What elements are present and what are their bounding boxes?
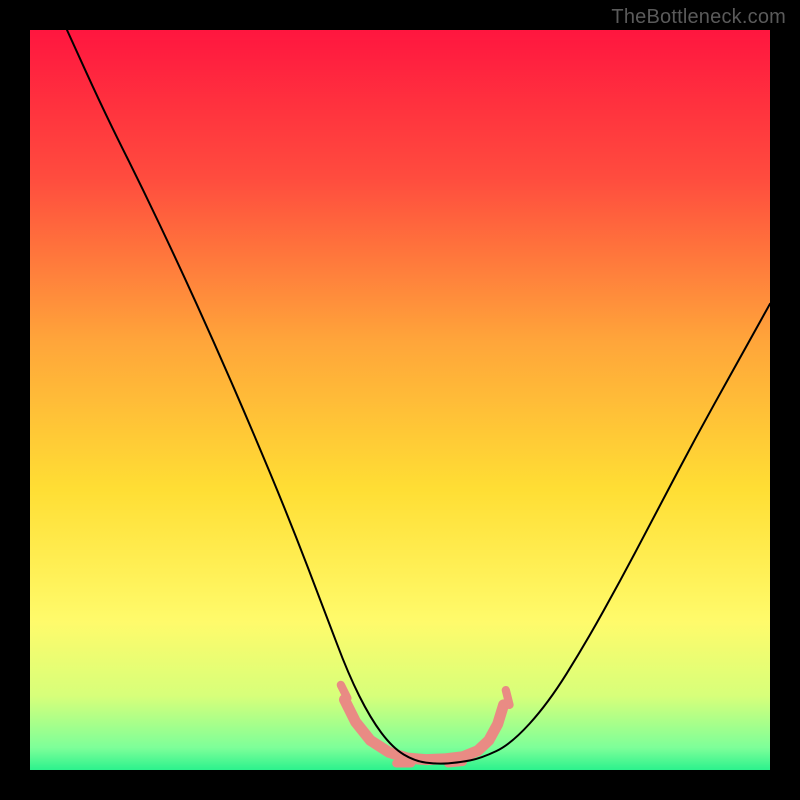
chart-svg — [0, 0, 800, 800]
chart-container: TheBottleneck.com — [0, 0, 800, 800]
plot-background-gradient — [30, 30, 770, 770]
optimal-range-doodle-fleck — [506, 690, 510, 705]
watermark-text: TheBottleneck.com — [611, 6, 786, 29]
